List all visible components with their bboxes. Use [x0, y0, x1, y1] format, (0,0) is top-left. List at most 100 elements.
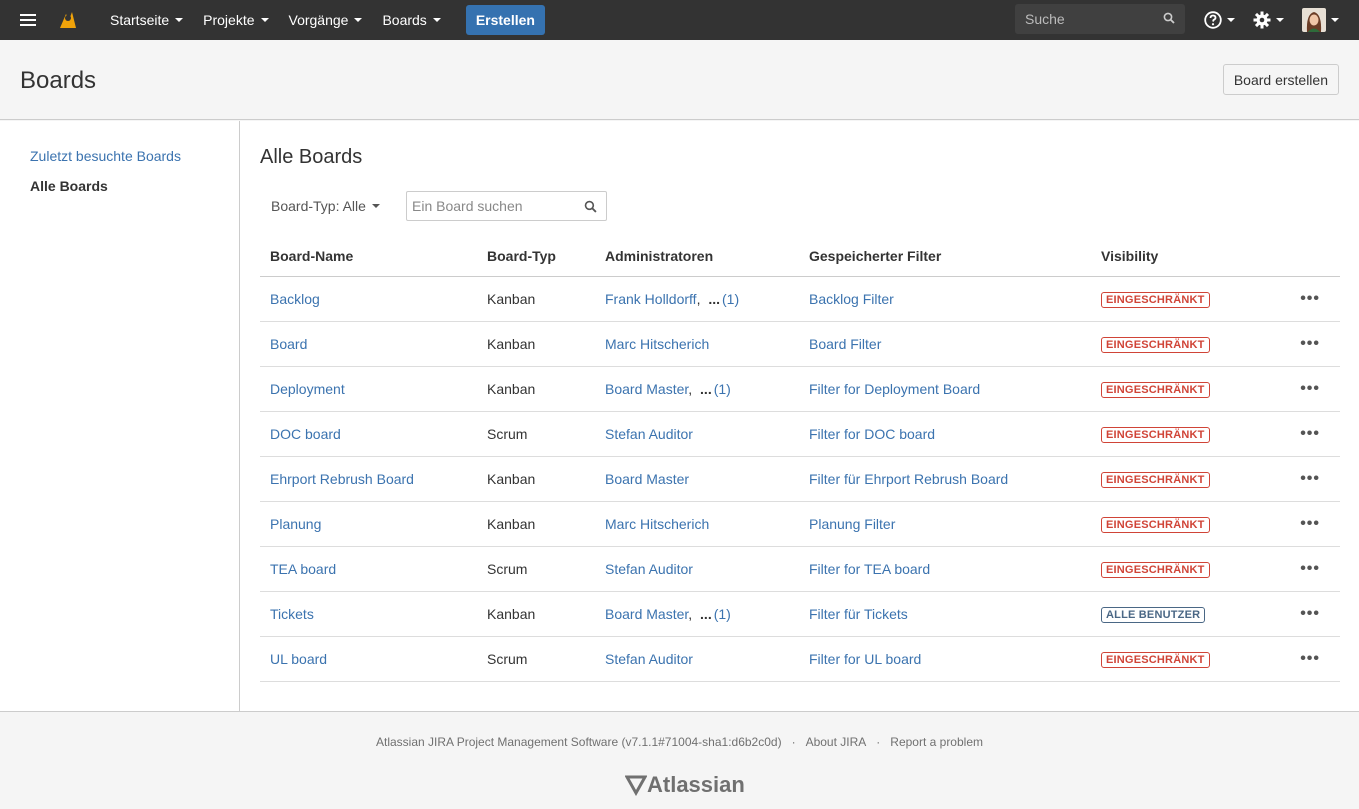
table-row: TEA board Scrum Stefan Auditor Filter for T…: [260, 546, 1340, 592]
administrator-link[interactable]: Stefan Auditor: [605, 426, 693, 442]
board-name-link[interactable]: DOC board: [270, 426, 341, 442]
boards-table: Board-Name Board-Typ Administratoren Ges…: [260, 235, 1340, 682]
board-type-cell: Kanban: [477, 456, 595, 502]
more-admins-link[interactable]: (1): [722, 291, 739, 307]
more-actions-icon[interactable]: •••: [1300, 335, 1320, 352]
create-issue-button[interactable]: Erstellen: [465, 5, 545, 35]
more-actions-icon[interactable]: •••: [1300, 650, 1320, 667]
administrator-link[interactable]: Marc Hitscherich: [605, 516, 709, 532]
saved-filter-link[interactable]: Filter für Ehrport Rebrush Board: [809, 471, 1008, 487]
quick-search-input[interactable]: [1015, 11, 1155, 27]
chevron-down-icon: [432, 18, 441, 22]
administrators-cell: Board Master, ... (1): [595, 366, 799, 412]
board-name-cell: TEA board: [260, 546, 477, 592]
board-search-input[interactable]: [407, 192, 577, 220]
more-actions-icon[interactable]: •••: [1300, 560, 1320, 577]
top-navigation-bar: Startseite Projekte Vorgänge Boards Erst…: [0, 0, 1359, 40]
help-menu[interactable]: [1204, 0, 1235, 40]
nav-startseite-label: Startseite: [110, 12, 170, 28]
saved-filter-link[interactable]: Filter for UL board: [809, 651, 921, 667]
actions-cell: •••: [1271, 636, 1340, 682]
saved-filter-link[interactable]: Filter für Tickets: [809, 606, 908, 622]
board-type-filter-label: Board-Typ: Alle: [271, 198, 366, 214]
board-type-cell: Kanban: [477, 366, 595, 412]
nav-boards-label: Boards: [382, 12, 427, 28]
saved-filter-link[interactable]: Backlog Filter: [809, 291, 894, 307]
board-name-link[interactable]: Board: [270, 336, 307, 352]
board-name-link[interactable]: Ehrport Rebrush Board: [270, 471, 414, 487]
board-name-cell: Planung: [260, 501, 477, 547]
about-jira-link[interactable]: About JIRA: [806, 735, 867, 749]
actions-cell: •••: [1271, 501, 1340, 547]
create-board-button[interactable]: Board erstellen: [1222, 64, 1339, 95]
admin-separator: ,: [696, 290, 705, 307]
more-admins-ellipsis: ...: [700, 380, 712, 397]
board-name-link[interactable]: UL board: [270, 651, 327, 667]
saved-filter-link[interactable]: Filter for Deployment Board: [809, 381, 980, 397]
user-menu[interactable]: [1302, 0, 1339, 40]
administrator-link[interactable]: Board Master: [605, 606, 688, 622]
menu-icon[interactable]: [0, 0, 56, 40]
board-type-filter[interactable]: Board-Typ: Alle: [271, 198, 380, 214]
actions-cell: •••: [1271, 321, 1340, 367]
admin-menu[interactable]: [1253, 0, 1284, 40]
search-icon[interactable]: [584, 200, 597, 213]
nav-vorgaenge[interactable]: Vorgänge: [279, 0, 373, 40]
more-actions-icon[interactable]: •••: [1300, 425, 1320, 442]
actions-cell: •••: [1271, 456, 1340, 502]
nav-startseite[interactable]: Startseite: [100, 0, 193, 40]
saved-filter-link[interactable]: Filter for DOC board: [809, 426, 935, 442]
board-name-cell: Backlog: [260, 276, 477, 322]
report-problem-link[interactable]: Report a problem: [890, 735, 983, 749]
saved-filter-link[interactable]: Board Filter: [809, 336, 881, 352]
more-actions-icon[interactable]: •••: [1300, 380, 1320, 397]
board-name-link[interactable]: Planung: [270, 516, 321, 532]
board-type-cell: Scrum: [477, 636, 595, 682]
actions-cell: •••: [1271, 276, 1340, 322]
nav-boards[interactable]: Boards: [372, 0, 450, 40]
administrators-cell: Board Master, ... (1): [595, 591, 799, 637]
administrator-link[interactable]: Board Master: [605, 381, 688, 397]
quick-search: [1015, 4, 1185, 34]
administrator-link[interactable]: Frank Holldorff: [605, 291, 697, 307]
visibility-cell: EINGESCHRÄNKT: [1091, 501, 1271, 547]
more-admins-link[interactable]: (1): [714, 381, 731, 397]
column-header-board-name[interactable]: Board-Name: [260, 235, 477, 277]
more-actions-icon[interactable]: •••: [1300, 290, 1320, 307]
atlassian-logo-icon[interactable]: Atlassian: [625, 772, 745, 798]
administrator-link[interactable]: Board Master: [605, 471, 689, 487]
board-type-cell: Kanban: [477, 276, 595, 322]
more-actions-icon[interactable]: •••: [1300, 470, 1320, 487]
sidebar: Zuletzt besuchte Boards Alle Boards: [0, 121, 240, 711]
board-search: [406, 191, 607, 221]
board-name-link[interactable]: Backlog: [270, 291, 320, 307]
help-icon: [1204, 11, 1222, 29]
administrator-link[interactable]: Stefan Auditor: [605, 651, 693, 667]
board-name-link[interactable]: TEA board: [270, 561, 336, 577]
jira-logo-icon[interactable]: [56, 8, 80, 32]
search-icon[interactable]: [1163, 12, 1175, 24]
column-header-visibility: Visibility: [1091, 235, 1271, 277]
board-name-link[interactable]: Deployment: [270, 381, 345, 397]
visibility-badge: EINGESCHRÄNKT: [1101, 471, 1210, 488]
saved-filter-cell: Filter für Tickets: [799, 591, 1091, 637]
footer: Atlassian JIRA Project Management Softwa…: [0, 711, 1359, 809]
board-name-cell: Board: [260, 321, 477, 367]
administrators-cell: Stefan Auditor: [595, 636, 799, 682]
sidebar-item-recent-boards[interactable]: Zuletzt besuchte Boards: [30, 148, 181, 164]
nav-projekte[interactable]: Projekte: [193, 0, 278, 40]
administrators-cell: Stefan Auditor: [595, 546, 799, 592]
more-actions-icon[interactable]: •••: [1300, 515, 1320, 532]
administrator-link[interactable]: Stefan Auditor: [605, 561, 693, 577]
board-name-link[interactable]: Tickets: [270, 606, 314, 622]
saved-filter-link[interactable]: Planung Filter: [809, 516, 895, 532]
admin-separator: ,: [688, 605, 697, 622]
saved-filter-link[interactable]: Filter for TEA board: [809, 561, 930, 577]
chevron-down-icon: [354, 18, 363, 22]
more-actions-icon[interactable]: •••: [1300, 605, 1320, 622]
sidebar-item-all-boards[interactable]: Alle Boards: [30, 178, 108, 194]
more-admins-link[interactable]: (1): [714, 606, 731, 622]
administrator-link[interactable]: Marc Hitscherich: [605, 336, 709, 352]
admin-separator: ,: [688, 380, 697, 397]
visibility-cell: EINGESCHRÄNKT: [1091, 546, 1271, 592]
